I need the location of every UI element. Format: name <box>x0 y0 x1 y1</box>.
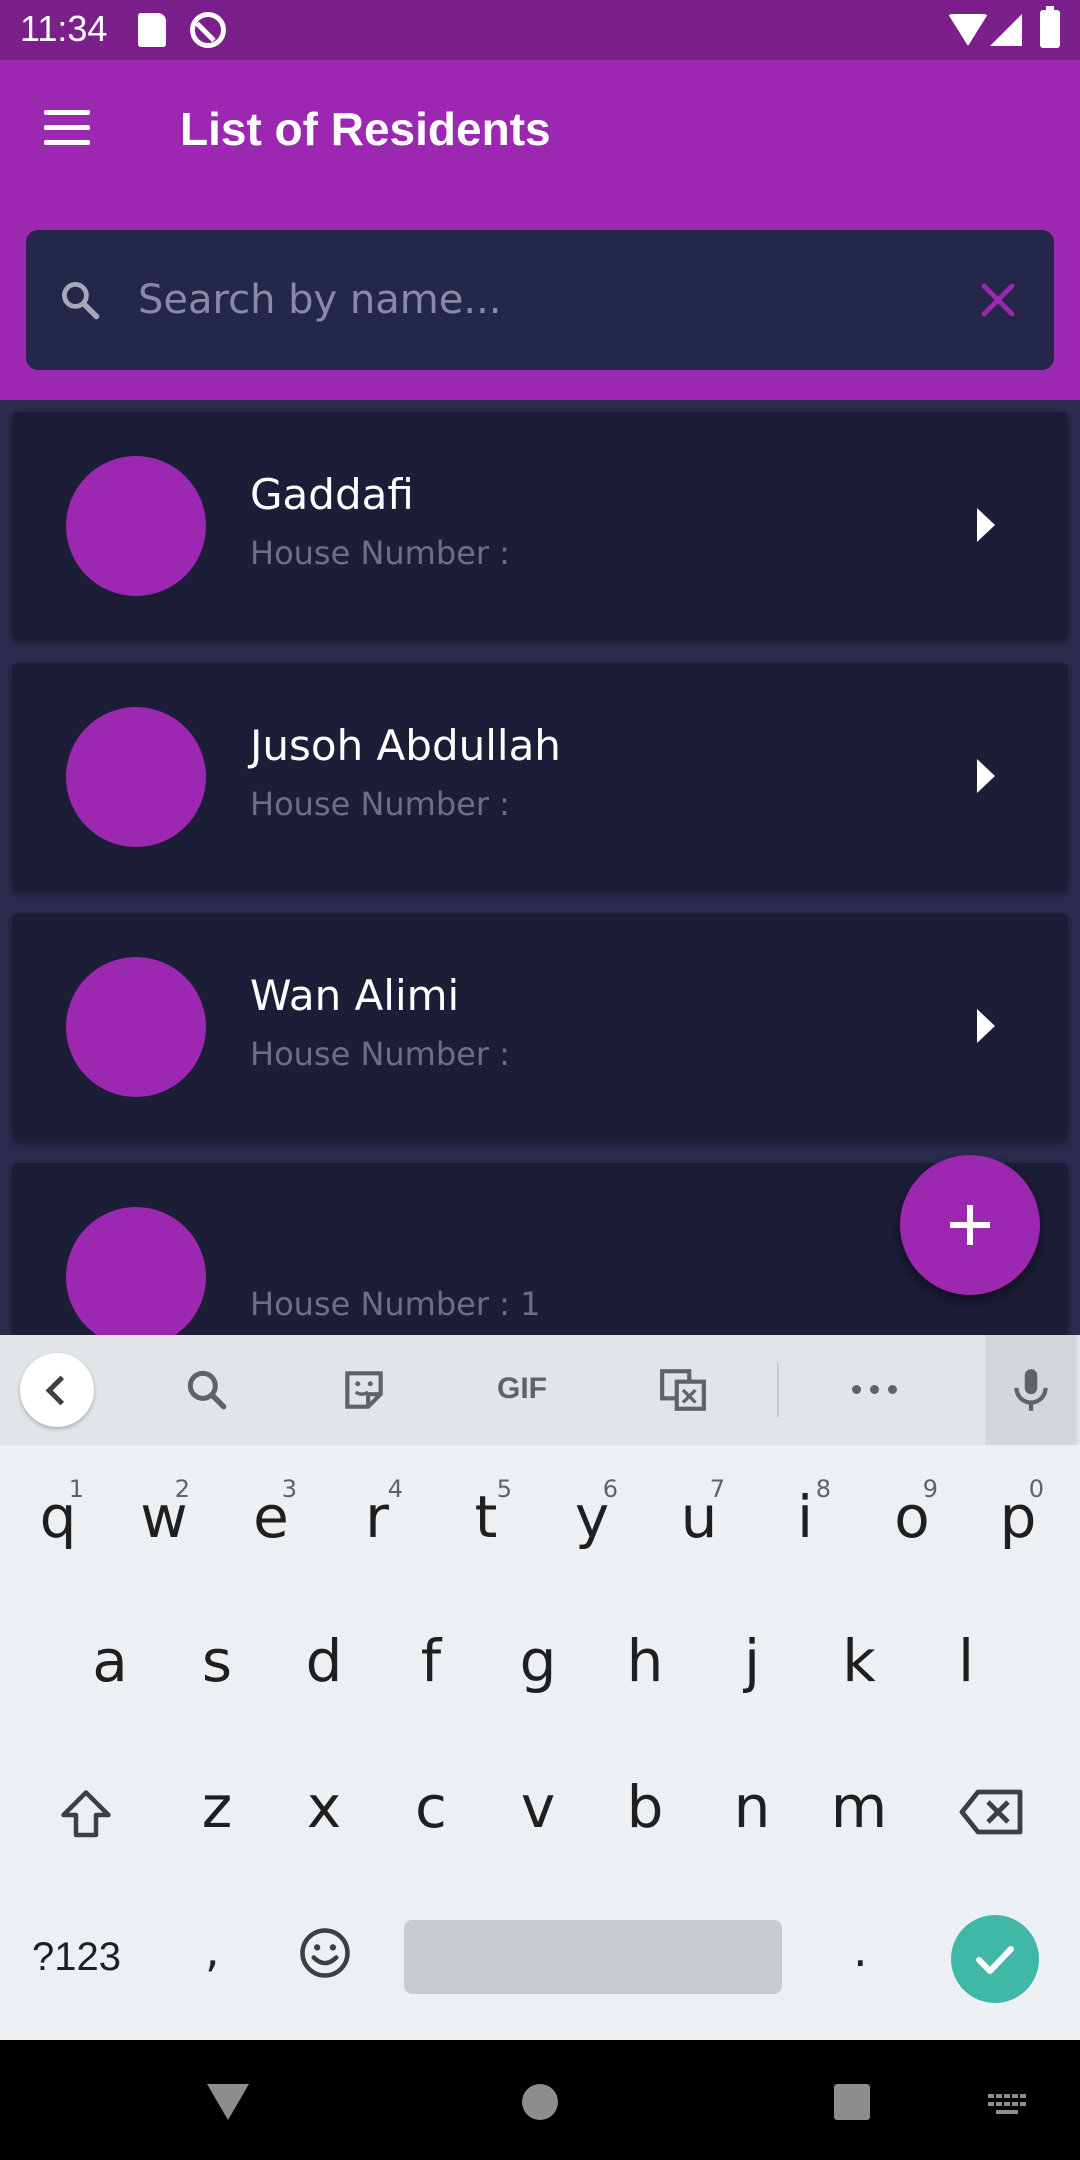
chevron-right-icon <box>977 759 995 793</box>
avatar <box>66 707 206 847</box>
resident-name: Gaddafi <box>250 470 414 519</box>
keyboard-switch-icon[interactable] <box>988 2094 1028 2116</box>
period-key[interactable]: . <box>853 1923 868 1977</box>
key-h[interactable]: h <box>615 1627 675 1695</box>
nav-back-icon[interactable] <box>207 2084 249 2120</box>
navigation-bar <box>0 2040 1080 2160</box>
key-e[interactable]: e3 <box>241 1475 301 1551</box>
key-n[interactable]: n <box>722 1773 782 1841</box>
search-icon[interactable] <box>182 1365 232 1415</box>
key-r[interactable]: r4 <box>347 1475 407 1551</box>
toolbar-divider <box>777 1363 779 1417</box>
key-m[interactable]: m <box>829 1773 889 1841</box>
key-s[interactable]: s <box>187 1627 247 1695</box>
key-b[interactable]: b <box>615 1773 675 1841</box>
avatar <box>66 957 206 1097</box>
sticker-icon[interactable] <box>339 1365 389 1415</box>
clear-search-icon[interactable] <box>974 276 1022 324</box>
nav-recents-icon[interactable] <box>834 2084 870 2120</box>
comma-key[interactable]: , <box>205 1923 220 1977</box>
enter-key[interactable] <box>951 1915 1039 2003</box>
translate-icon[interactable] <box>658 1365 708 1415</box>
more-icon[interactable] <box>852 1385 898 1395</box>
key-k[interactable]: k <box>829 1627 889 1695</box>
key-i[interactable]: i8 <box>775 1475 835 1551</box>
status-bar: 11:34 <box>0 0 1080 60</box>
key-f[interactable]: f <box>401 1627 461 1695</box>
check-icon <box>976 1946 1014 1974</box>
battery-icon <box>1040 6 1060 48</box>
key-w[interactable]: w2 <box>134 1475 194 1551</box>
key-l[interactable]: l <box>936 1627 996 1695</box>
resident-name: Wan Alimi <box>250 971 460 1020</box>
resident-card[interactable]: Gaddafi House Number : <box>12 412 1068 640</box>
gif-button[interactable]: GIF <box>490 1369 554 1409</box>
key-g[interactable]: g <box>508 1627 568 1695</box>
page-title: List of Residents <box>180 103 551 155</box>
chevron-right-icon <box>977 1009 995 1043</box>
key-d[interactable]: d <box>294 1627 354 1695</box>
key-j[interactable]: j <box>722 1627 782 1695</box>
search-icon <box>62 282 100 320</box>
sd-card-icon <box>138 13 166 47</box>
space-key[interactable] <box>404 1920 782 1994</box>
resident-name: Jusoh Abdullah <box>250 721 561 770</box>
resident-card[interactable]: Wan Alimi House Number : <box>12 913 1068 1141</box>
app-bar: List of Residents <box>0 60 1080 400</box>
chevron-right-icon <box>977 508 995 542</box>
backspace-icon[interactable] <box>958 1787 1026 1837</box>
add-resident-button[interactable] <box>900 1155 1040 1295</box>
nav-home-icon[interactable] <box>522 2084 558 2120</box>
keyboard-toolbar: GIF <box>0 1335 1080 1445</box>
key-x[interactable]: x <box>294 1773 354 1841</box>
resident-card[interactable]: Jusoh Abdullah House Number : <box>12 663 1068 891</box>
key-o[interactable]: o9 <box>882 1475 942 1551</box>
signal-icon <box>990 14 1022 46</box>
back-icon[interactable] <box>20 1353 94 1427</box>
key-p[interactable]: p0 <box>988 1475 1048 1551</box>
resident-house-number: House Number : 1 <box>250 1285 541 1323</box>
key-c[interactable]: c <box>401 1773 461 1841</box>
shift-icon[interactable] <box>56 1785 116 1845</box>
menu-icon[interactable] <box>44 110 92 146</box>
key-t[interactable]: t5 <box>456 1475 516 1551</box>
status-time: 11:34 <box>20 8 108 49</box>
key-z[interactable]: z <box>187 1773 247 1841</box>
emoji-icon[interactable] <box>298 1926 352 1980</box>
resident-house-number: House Number : <box>250 785 510 823</box>
key-v[interactable]: v <box>508 1773 568 1841</box>
do-not-disturb-icon <box>190 12 226 48</box>
key-q[interactable]: q1 <box>28 1475 88 1551</box>
search-input[interactable] <box>138 260 958 340</box>
wifi-icon <box>948 14 988 46</box>
avatar <box>66 456 206 596</box>
key-a[interactable]: a <box>80 1627 140 1695</box>
resident-house-number: House Number : <box>250 1035 510 1073</box>
avatar <box>66 1207 206 1335</box>
mic-icon[interactable] <box>1006 1365 1056 1415</box>
soft-keyboard: GIF q1 w2 e3 r4 t5 y6 u7 i8 o9 p0 a s d … <box>0 1335 1080 2040</box>
resident-house-number: House Number : <box>250 534 510 572</box>
key-u[interactable]: u7 <box>669 1475 729 1551</box>
symbols-key[interactable]: ?123 <box>32 1935 121 1980</box>
key-y[interactable]: y6 <box>562 1475 622 1551</box>
search-bar <box>26 230 1054 370</box>
